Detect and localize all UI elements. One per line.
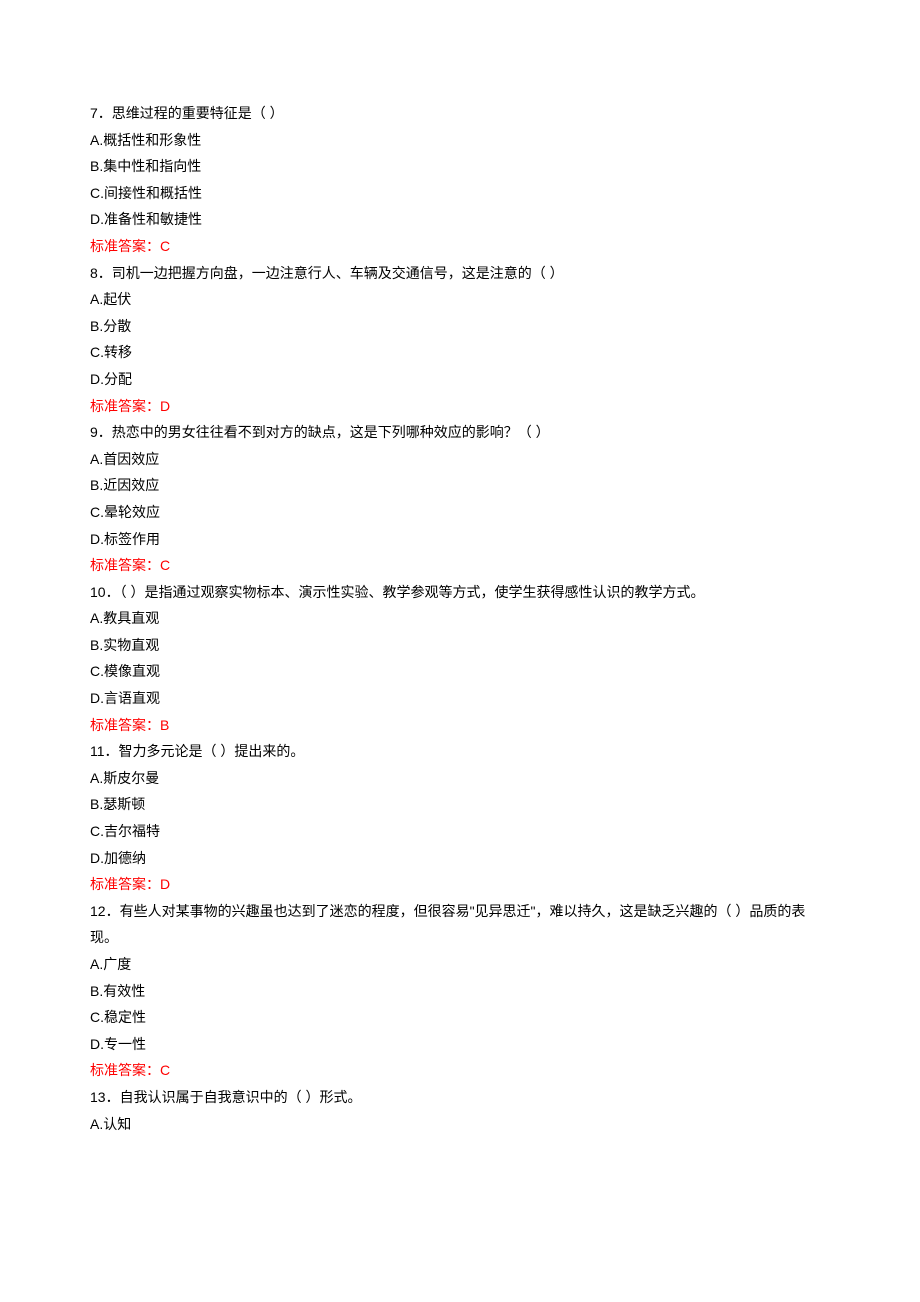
option-c: C.吉尔福特 <box>90 818 830 845</box>
answer-label: 标准答案：C <box>90 233 830 260</box>
option-c: C.晕轮效应 <box>90 499 830 526</box>
option-c: C.模像直观 <box>90 658 830 685</box>
option-b: B.有效性 <box>90 978 830 1005</box>
option-b: B.分散 <box>90 313 830 340</box>
question-stem: 13．自我认识属于自我意识中的（ ）形式。 <box>90 1084 830 1111</box>
option-a: A.起伏 <box>90 286 830 313</box>
question-stem: 8．司机一边把握方向盘，一边注意行人、车辆及交通信号，这是注意的（ ） <box>90 260 830 287</box>
question-stem: 10．（ ）是指通过观察实物标本、演示性实验、教学参观等方式，使学生获得感性认识… <box>90 579 830 606</box>
option-d: D.分配 <box>90 366 830 393</box>
answer-label: 标准答案：D <box>90 871 830 898</box>
question-12: 12．有些人对某事物的兴趣虽也达到了迷恋的程度，但很容易"见异思迁"，难以持久，… <box>90 898 830 1084</box>
question-11: 11．智力多元论是（ ）提出来的。 A.斯皮尔曼 B.瑟斯顿 C.吉尔福特 D.… <box>90 738 830 898</box>
option-d: D.标签作用 <box>90 526 830 553</box>
question-7: 7．思维过程的重要特征是（ ） A.概括性和形象性 B.集中性和指向性 C.间接… <box>90 100 830 260</box>
option-a: A.概括性和形象性 <box>90 127 830 154</box>
question-9: 9．热恋中的男女往往看不到对方的缺点，这是下列哪种效应的影响？（ ） A.首因效… <box>90 419 830 579</box>
option-b: B.实物直观 <box>90 632 830 659</box>
option-b: B.近因效应 <box>90 472 830 499</box>
answer-label: 标准答案：C <box>90 1057 830 1084</box>
option-a: A.首因效应 <box>90 446 830 473</box>
answer-label: 标准答案：C <box>90 552 830 579</box>
option-a: A.广度 <box>90 951 830 978</box>
answer-label: 标准答案：D <box>90 393 830 420</box>
option-a: A.认知 <box>90 1111 830 1138</box>
question-stem: 11．智力多元论是（ ）提出来的。 <box>90 738 830 765</box>
option-d: D.言语直观 <box>90 685 830 712</box>
option-c: C.间接性和概括性 <box>90 180 830 207</box>
question-stem: 12．有些人对某事物的兴趣虽也达到了迷恋的程度，但很容易"见异思迁"，难以持久，… <box>90 898 830 951</box>
option-a: A.斯皮尔曼 <box>90 765 830 792</box>
option-b: B.瑟斯顿 <box>90 791 830 818</box>
option-b: B.集中性和指向性 <box>90 153 830 180</box>
option-a: A.教具直观 <box>90 605 830 632</box>
question-13: 13．自我认识属于自我意识中的（ ）形式。 A.认知 <box>90 1084 830 1137</box>
question-stem: 9．热恋中的男女往往看不到对方的缺点，这是下列哪种效应的影响？（ ） <box>90 419 830 446</box>
option-c: C.转移 <box>90 339 830 366</box>
option-d: D.专一性 <box>90 1031 830 1058</box>
option-d: D.准备性和敏捷性 <box>90 206 830 233</box>
option-d: D.加德纳 <box>90 845 830 872</box>
option-c: C.稳定性 <box>90 1004 830 1031</box>
answer-label: 标准答案：B <box>90 712 830 739</box>
question-8: 8．司机一边把握方向盘，一边注意行人、车辆及交通信号，这是注意的（ ） A.起伏… <box>90 260 830 420</box>
question-10: 10．（ ）是指通过观察实物标本、演示性实验、教学参观等方式，使学生获得感性认识… <box>90 579 830 739</box>
question-stem: 7．思维过程的重要特征是（ ） <box>90 100 830 127</box>
